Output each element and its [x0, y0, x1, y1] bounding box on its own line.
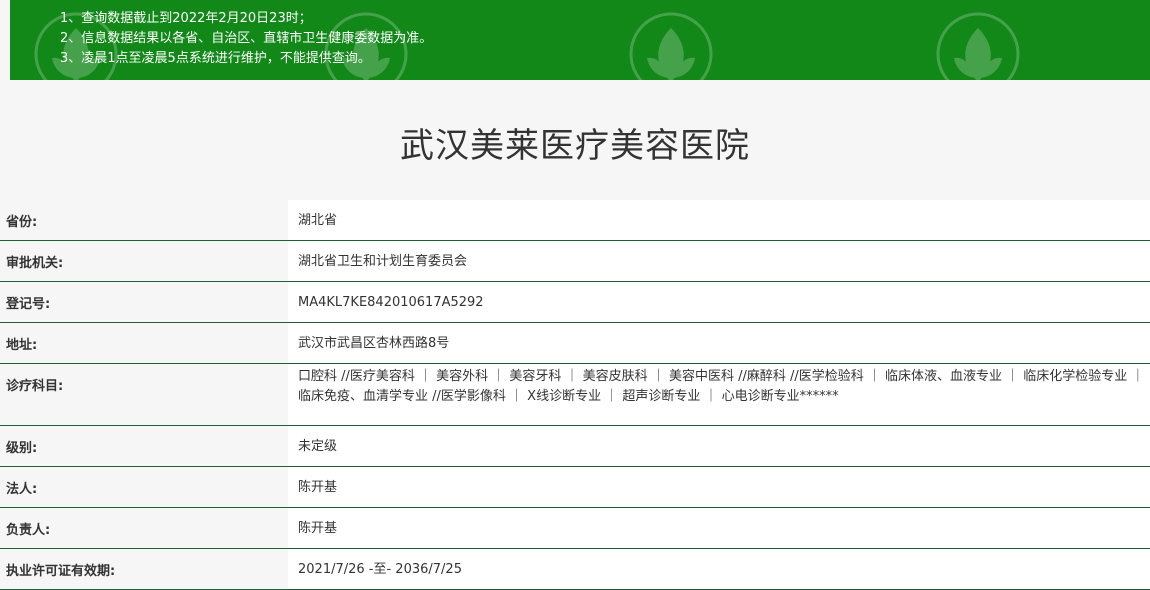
field-value-address: 武汉市武昌区杏林西路8号	[288, 323, 1150, 363]
table-row: 级别: 未定级	[0, 426, 1150, 467]
field-value-province: 湖北省	[288, 200, 1150, 240]
table-row: 法人: 陈开基	[0, 467, 1150, 508]
table-row: 登记号: MA4KL7KE842010617A5292	[0, 282, 1150, 323]
field-value-legal-person: 陈开基	[288, 467, 1150, 507]
field-value-registration: MA4KL7KE842010617A5292	[288, 282, 1150, 322]
field-label-legal-person: 法人:	[6, 482, 38, 497]
field-label-province: 省份:	[6, 215, 38, 230]
table-row: 负责人: 陈开基	[0, 508, 1150, 549]
notice-line: 2、信息数据结果以各省、自治区、直辖市卫生健康委数据为准。	[60, 31, 433, 46]
field-value-license-validity: 2021/7/26 -至- 2036/7/25	[288, 549, 1150, 589]
notice-line: 1、查询数据截止到2022年2月20日23时；	[60, 11, 312, 26]
field-label-level: 级别:	[6, 441, 38, 456]
table-row: 执业许可证有效期: 2021/7/26 -至- 2036/7/25	[0, 549, 1150, 590]
field-label-authority: 审批机关:	[6, 256, 64, 271]
info-table: 省份: 湖北省 审批机关: 湖北省卫生和计划生育委员会 登记号: MA4KL7K…	[0, 200, 1150, 590]
field-value-person-in-charge: 陈开基	[288, 508, 1150, 548]
field-label-departments: 诊疗科目:	[6, 379, 64, 394]
field-label-registration: 登记号:	[6, 297, 51, 312]
field-value-level: 未定级	[288, 426, 1150, 466]
table-row: 地址: 武汉市武昌区杏林西路8号	[0, 323, 1150, 364]
table-row: 诊疗科目: 口腔科 //医疗美容科 ｜ 美容外科 ｜ 美容牙科 ｜ 美容皮肤科 …	[0, 364, 1150, 426]
field-label-license-validity: 执业许可证有效期:	[6, 564, 116, 579]
notice-banner: 1、查询数据截止到2022年2月20日23时； 2、信息数据结果以各省、自治区、…	[10, 0, 1150, 80]
field-value-authority: 湖北省卫生和计划生育委员会	[288, 241, 1150, 281]
notice-line: 3、凌晨1点至凌晨5点系统进行维护，不能提供查询。	[60, 51, 371, 66]
field-value-departments: 口腔科 //医疗美容科 ｜ 美容外科 ｜ 美容牙科 ｜ 美容皮肤科 ｜ 美容中医…	[288, 364, 1150, 425]
table-row: 审批机关: 湖北省卫生和计划生育委员会	[0, 241, 1150, 282]
field-label-address: 地址:	[6, 338, 38, 353]
table-row: 省份: 湖北省	[0, 200, 1150, 241]
page-title: 武汉美莱医疗美容医院	[400, 126, 750, 166]
field-label-person-in-charge: 负责人:	[6, 523, 51, 538]
